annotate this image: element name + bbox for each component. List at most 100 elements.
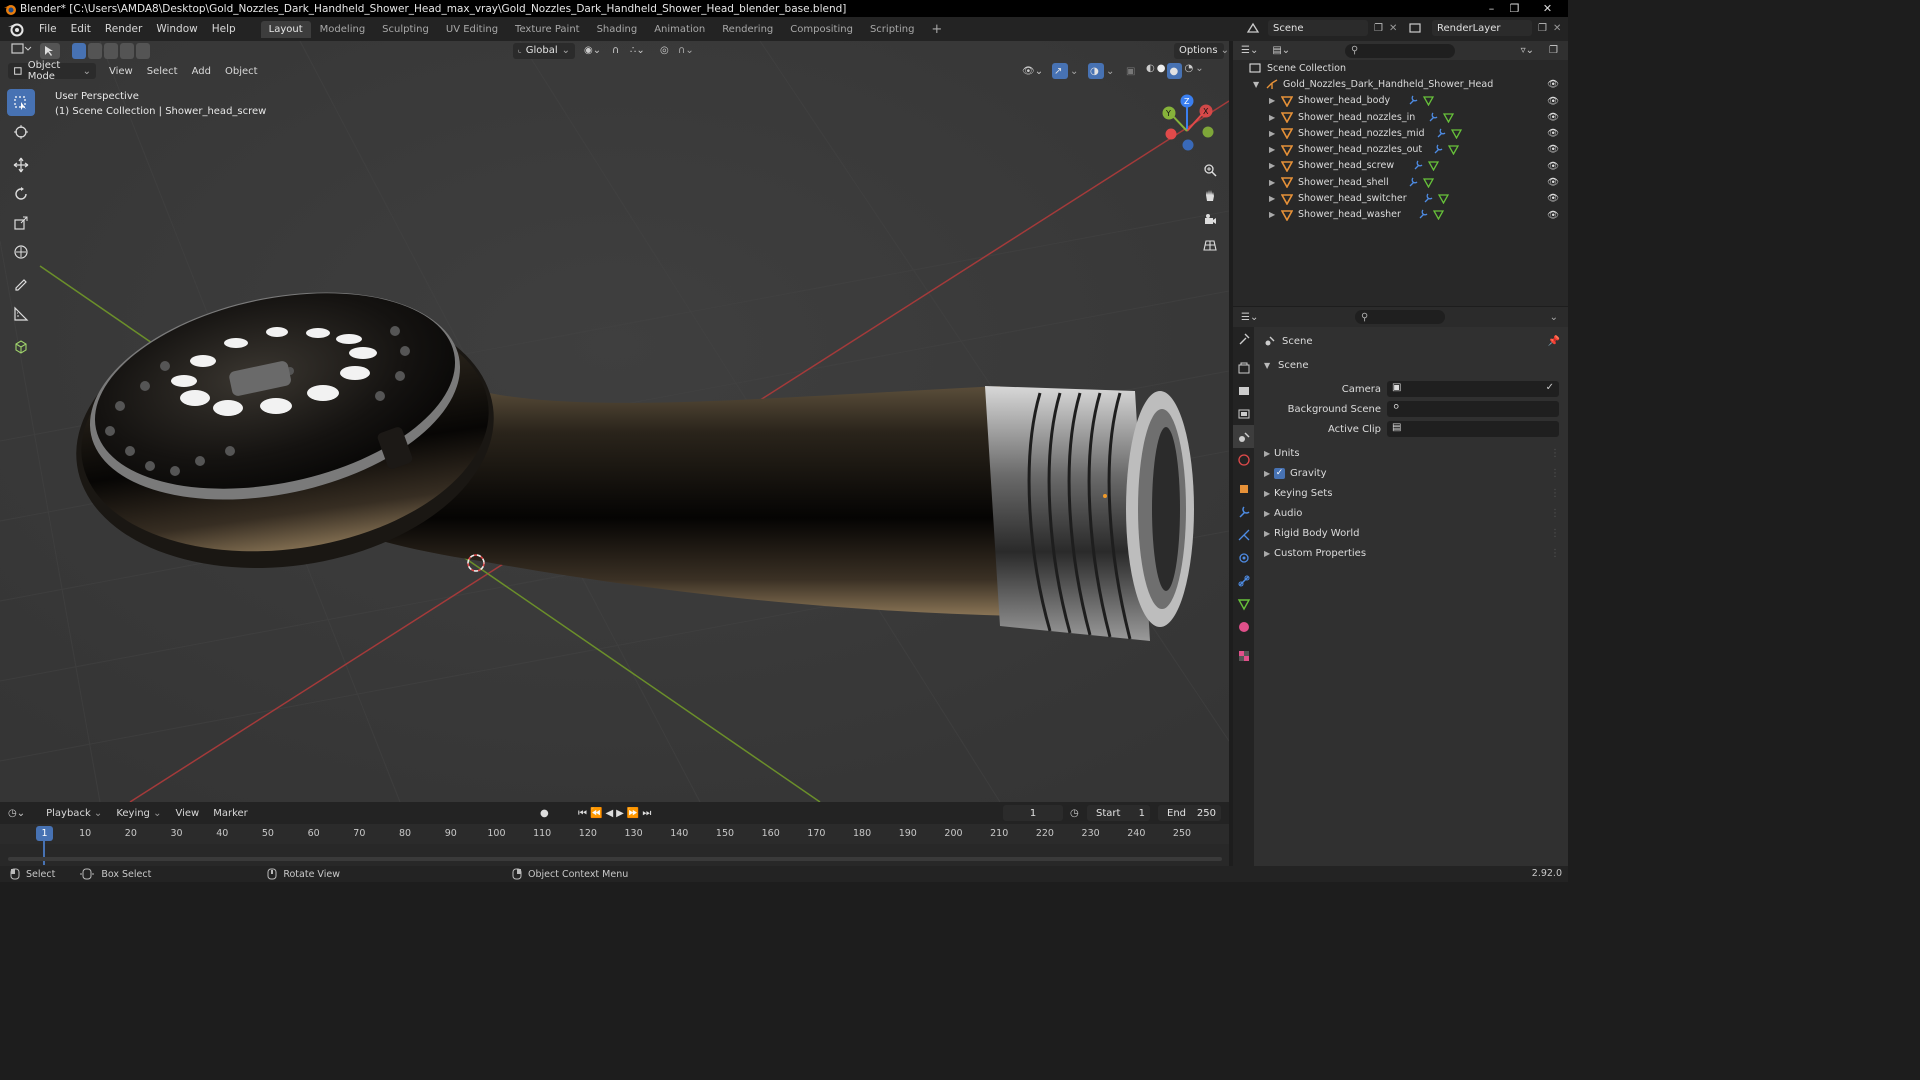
scale-tool[interactable] [7, 209, 35, 236]
tab-rendering[interactable]: Rendering [714, 21, 781, 38]
output-tab-icon[interactable] [1233, 379, 1254, 402]
data-tab-icon[interactable] [1233, 592, 1254, 615]
visibility-eye-icon[interactable]: 👁 [1547, 210, 1559, 221]
visibility-icon[interactable]: 👁⌄ [1022, 66, 1043, 77]
overlay-toggle-icon[interactable]: ◑ [1088, 63, 1104, 79]
outliner-object-row[interactable]: ▶ Shower_head_screw 👁 [1233, 158, 1568, 174]
outliner-object-row[interactable]: ▶ Shower_head_switcher 👁 [1233, 190, 1568, 206]
particles-tab-icon[interactable] [1233, 523, 1254, 546]
scene-canvas[interactable]: Z X Y [0, 41, 1229, 802]
subpanel-header[interactable]: ▶ Custom Properties ⋮ [1254, 543, 1568, 563]
viewport-3d[interactable]: Z X Y Global ⌄ ◉⌄ ∩ ∴⌄ ◎ ∩⌄ Options ⌄ Ob… [0, 41, 1229, 802]
delete-scene-icon[interactable]: ✕ [1389, 23, 1397, 34]
pan-hand-icon[interactable] [1200, 184, 1220, 206]
view-layer-tab-icon[interactable] [1233, 402, 1254, 425]
subpanel-header[interactable]: ▶ Rigid Body World ⋮ [1254, 523, 1568, 543]
gizmo-toggle-icon[interactable]: ↗ [1052, 63, 1068, 79]
visibility-eye-icon[interactable]: 👁 [1547, 112, 1559, 123]
filter-icon[interactable]: ▿⌄ [1521, 45, 1534, 56]
tool-tab-icon[interactable] [1233, 327, 1254, 350]
jump-end-icon[interactable]: ⏭ [642, 808, 654, 819]
cursor-tool[interactable] [7, 118, 35, 145]
mesh-data-icon[interactable] [1423, 177, 1434, 188]
move-tool[interactable] [7, 151, 35, 178]
mesh-data-icon[interactable] [1448, 144, 1459, 156]
expand-arrow-icon[interactable]: ▶ [1269, 161, 1281, 170]
proportional-editing-icon[interactable]: ◎ [660, 45, 669, 56]
mesh-data-icon[interactable] [1443, 112, 1454, 123]
outliner-collection-row[interactable]: ▼ Gold_Nozzles_Dark_Handheld_Shower_Head… [1233, 76, 1568, 92]
play-icon[interactable]: ▶ [616, 808, 627, 819]
object-tab-icon[interactable] [1233, 477, 1254, 500]
drag-handle-icon[interactable]: ⋮ [1550, 468, 1560, 479]
subpanel-header[interactable]: ▶ Keying Sets ⋮ [1254, 483, 1568, 503]
new-collection-icon[interactable]: ❐ [1549, 45, 1558, 56]
scene-panel-collapse-icon[interactable]: ▼ [1264, 361, 1278, 370]
transform-tool[interactable] [7, 238, 35, 265]
subpanel-expand-icon[interactable]: ▶ [1264, 509, 1274, 518]
modifier-wrench-icon[interactable] [1413, 160, 1424, 171]
visibility-eye-icon[interactable]: 👁 [1547, 144, 1559, 155]
tab-animation[interactable]: Animation [646, 21, 713, 38]
timeline-menu-playback[interactable]: Playback ⌄ [39, 808, 109, 819]
subpanel-expand-icon[interactable]: ▶ [1264, 489, 1274, 498]
subpanel-expand-icon[interactable]: ▶ [1264, 549, 1274, 558]
physics-tab-icon[interactable] [1233, 546, 1254, 569]
properties-search-input[interactable]: ⚲ [1355, 310, 1445, 324]
mesh-data-icon[interactable] [1451, 128, 1462, 139]
subpanel-header[interactable]: ▶ Units ⋮ [1254, 443, 1568, 463]
active-clip-field[interactable]: ▤ [1387, 421, 1559, 437]
perspective-toggle-icon[interactable] [1200, 234, 1220, 256]
new-render-layer-icon[interactable]: ❐ [1538, 23, 1547, 34]
measure-tool[interactable] [7, 300, 35, 327]
menu-window[interactable]: Window [149, 23, 204, 35]
select-extend-icon[interactable] [88, 42, 102, 59]
outliner-scene-collection[interactable]: Scene Collection [1233, 60, 1568, 76]
timeline-ruler[interactable]: 1 10 20 30 40 50 60 70 80 90 100 110 120 130 140 150 160… [0, 824, 1229, 865]
tab-texture-paint[interactable]: Texture Paint [507, 21, 588, 38]
snap-target-icon[interactable]: ∴⌄ [630, 45, 645, 56]
drag-handle-icon[interactable]: ⋮ [1550, 488, 1560, 499]
next-keyframe-icon[interactable]: ⏩ [627, 808, 642, 819]
drag-handle-icon[interactable]: ⋮ [1550, 528, 1560, 539]
visibility-eye-icon[interactable]: 👁 [1547, 161, 1559, 172]
subpanel-expand-icon[interactable]: ▶ [1264, 529, 1274, 538]
outliner-object-row[interactable]: ▶ Shower_head_body 👁 [1233, 93, 1568, 109]
play-reverse-icon[interactable]: ◀ [605, 808, 616, 819]
outliner-object-row[interactable]: ▶ Shower_head_nozzles_out 👁 [1233, 141, 1568, 157]
options-dropdown[interactable]: Options ⌄ [1174, 42, 1229, 59]
current-frame-marker[interactable]: 1 [36, 826, 53, 841]
subpanel-expand-icon[interactable]: ▶ [1264, 449, 1274, 458]
scene-icon[interactable] [1246, 21, 1262, 35]
preview-range-icon[interactable]: ◷ [1070, 808, 1079, 819]
render-layer-selector[interactable]: RenderLayer [1432, 20, 1532, 36]
maximize-icon[interactable]: ❐ [1503, 0, 1526, 17]
selection-mode-group[interactable] [72, 42, 150, 59]
falloff-icon[interactable]: ∩⌄ [678, 45, 694, 56]
add-cube-tool[interactable] [7, 333, 35, 360]
modifier-wrench-icon[interactable] [1433, 144, 1444, 155]
prev-keyframe-icon[interactable]: ⏪ [590, 808, 605, 819]
zoom-icon[interactable] [1200, 159, 1220, 181]
view-layer-icon[interactable] [1408, 21, 1426, 35]
scene-tab-icon[interactable] [1233, 425, 1254, 448]
gizmo-chevron-icon[interactable]: ⌄ [1070, 66, 1078, 77]
subpanel-expand-icon[interactable]: ▶ [1264, 469, 1274, 478]
blender-menu-icon[interactable] [6, 19, 26, 39]
mesh-data-icon[interactable] [1433, 209, 1444, 221]
subpanel-header[interactable]: ▶ ✓ Gravity ⋮ [1254, 463, 1568, 483]
mesh-data-icon[interactable] [1423, 95, 1434, 107]
menu-file[interactable]: File [32, 23, 64, 35]
expand-arrow-icon[interactable]: ▶ [1269, 194, 1281, 203]
close-icon[interactable]: ✕ [1536, 0, 1559, 17]
modifier-wrench-icon[interactable] [1428, 112, 1439, 123]
annotate-tool[interactable] [7, 271, 35, 298]
scene-panel-header[interactable]: ▼ Scene [1254, 355, 1568, 375]
pin-icon[interactable]: 📌 [1548, 336, 1560, 347]
outliner-object-row[interactable]: ▶ Shower_head_nozzles_mid 👁 [1233, 125, 1568, 141]
wireframe-shading-icon[interactable]: ◐ [1146, 63, 1155, 79]
outliner-object-row[interactable]: ▶ Shower_head_shell 👁 [1233, 174, 1568, 190]
expand-arrow-icon[interactable]: ▶ [1269, 113, 1281, 122]
viewport-menu-add[interactable]: Add [185, 66, 218, 77]
modifier-wrench-icon[interactable] [1423, 193, 1434, 204]
